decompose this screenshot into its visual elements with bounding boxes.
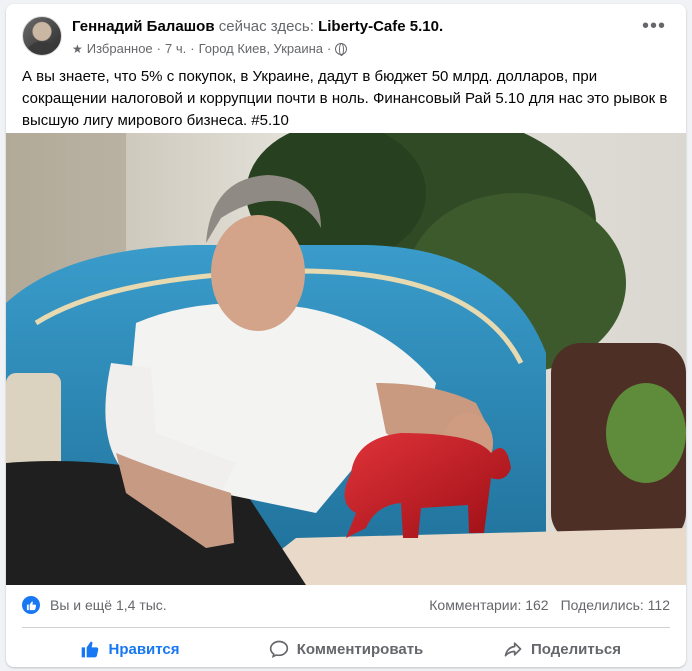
actions-divider	[22, 627, 670, 628]
photo-illustration	[6, 133, 686, 585]
author-line: Геннадий Балашов сейчас здесь: Liberty-C…	[72, 18, 443, 35]
post-meta: ★ Избранное · 7 ч. · Город Киев, Украина…	[72, 41, 348, 56]
checkin-text: сейчас здесь:	[218, 18, 314, 35]
like-button[interactable]: Нравится	[22, 632, 238, 666]
shares-count[interactable]: Поделились: 112	[561, 597, 670, 613]
author-avatar[interactable]	[22, 16, 62, 56]
meta-separator: ·	[156, 41, 161, 56]
favorites-label[interactable]: Избранное	[87, 41, 153, 56]
reaction-summary[interactable]: Вы и ещё 1,4 тыс.	[50, 597, 167, 613]
globe-icon[interactable]	[335, 42, 348, 56]
speech-bubble-icon	[269, 640, 288, 659]
comments-count[interactable]: Комментарии: 162	[429, 597, 548, 613]
post-card: Геннадий Балашов сейчас здесь: Liberty-C…	[6, 4, 686, 667]
post-header: Геннадий Балашов сейчас здесь: Liberty-C…	[22, 14, 670, 58]
post-location[interactable]: Город Киев, Украина	[199, 41, 323, 56]
thumbs-up-icon	[82, 641, 99, 658]
meta-separator: ·	[327, 41, 332, 56]
like-reaction-icon[interactable]	[22, 596, 40, 614]
reaction-bar: Вы и ещё 1,4 тыс. Комментарии: 162 Подел…	[22, 595, 670, 617]
share-button[interactable]: Поделиться	[454, 632, 670, 666]
author-name[interactable]: Геннадий Балашов	[72, 18, 215, 35]
post-photo[interactable]	[6, 133, 686, 585]
meta-separator: ·	[190, 41, 195, 56]
post-text: А вы знаете, что 5% с покупок, в Украине…	[22, 68, 668, 129]
more-options-icon[interactable]: •••	[642, 16, 666, 36]
like-label: Нравится	[108, 640, 180, 658]
action-bar: Нравится Комментировать Поделиться	[22, 632, 670, 666]
place-link[interactable]: Liberty-Cafe 5.10.	[318, 18, 443, 35]
post-time[interactable]: 7 ч.	[165, 41, 186, 56]
share-label: Поделиться	[530, 640, 622, 658]
engagement-counts: Комментарии: 162 Поделились: 112	[429, 597, 670, 613]
comment-button[interactable]: Комментировать	[238, 632, 454, 666]
star-icon: ★	[72, 41, 83, 56]
comment-label: Комментировать	[296, 640, 424, 658]
share-arrow-icon	[504, 642, 522, 657]
